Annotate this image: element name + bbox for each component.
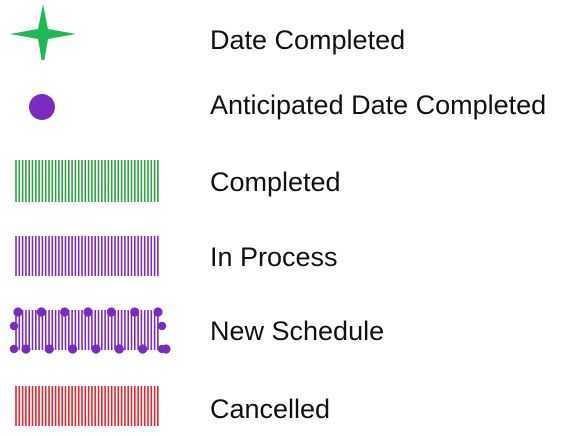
schedule-dot [153, 307, 163, 317]
legend-label-completed: Completed [210, 167, 341, 197]
schedule-dot [114, 344, 124, 354]
schedule-dot [157, 344, 167, 354]
legend-item-cancelled: Cancelled [0, 376, 579, 436]
legend-label-cancelled: Cancelled [210, 394, 331, 424]
legend-item-in-process: In Process [0, 226, 579, 286]
green-hatch-swatch-icon [15, 160, 159, 202]
legend-label-in-process: In Process [210, 242, 338, 272]
dot-icon [29, 94, 55, 120]
schedule-dot [44, 344, 54, 354]
schedule-dot [68, 344, 78, 354]
purple-hatch-swatch-icon [15, 236, 159, 276]
schedule-dot [91, 344, 101, 354]
legend-item-anticipated-date-completed: Anticipated Date Completed [0, 74, 579, 134]
legend-item-new-schedule: New Schedule [0, 300, 579, 360]
red-hatch-swatch-icon [15, 386, 159, 426]
star-icon [10, 4, 76, 60]
legend-label-date-completed: Date Completed [210, 25, 406, 55]
schedule-dot [130, 307, 140, 317]
schedule-dot [60, 307, 70, 317]
schedule-dot [36, 307, 46, 317]
schedule-dot [157, 321, 167, 331]
schedule-dot [9, 321, 19, 331]
legend-label-new-schedule: New Schedule [210, 316, 385, 346]
legend: Date Completed Anticipated Date Complete… [0, 0, 579, 427]
legend-item-completed: Completed [0, 150, 579, 210]
dotted-hatch-swatch-icon [9, 307, 171, 354]
legend-item-date-completed: Date Completed [0, 0, 579, 60]
schedule-dot [106, 307, 116, 317]
schedule-dot [21, 344, 31, 354]
schedule-dot [13, 307, 23, 317]
schedule-dot [138, 344, 148, 354]
schedule-dot [83, 307, 93, 317]
schedule-dot [9, 344, 19, 354]
legend-label-anticipated-date-completed: Anticipated Date Completed [210, 90, 547, 120]
